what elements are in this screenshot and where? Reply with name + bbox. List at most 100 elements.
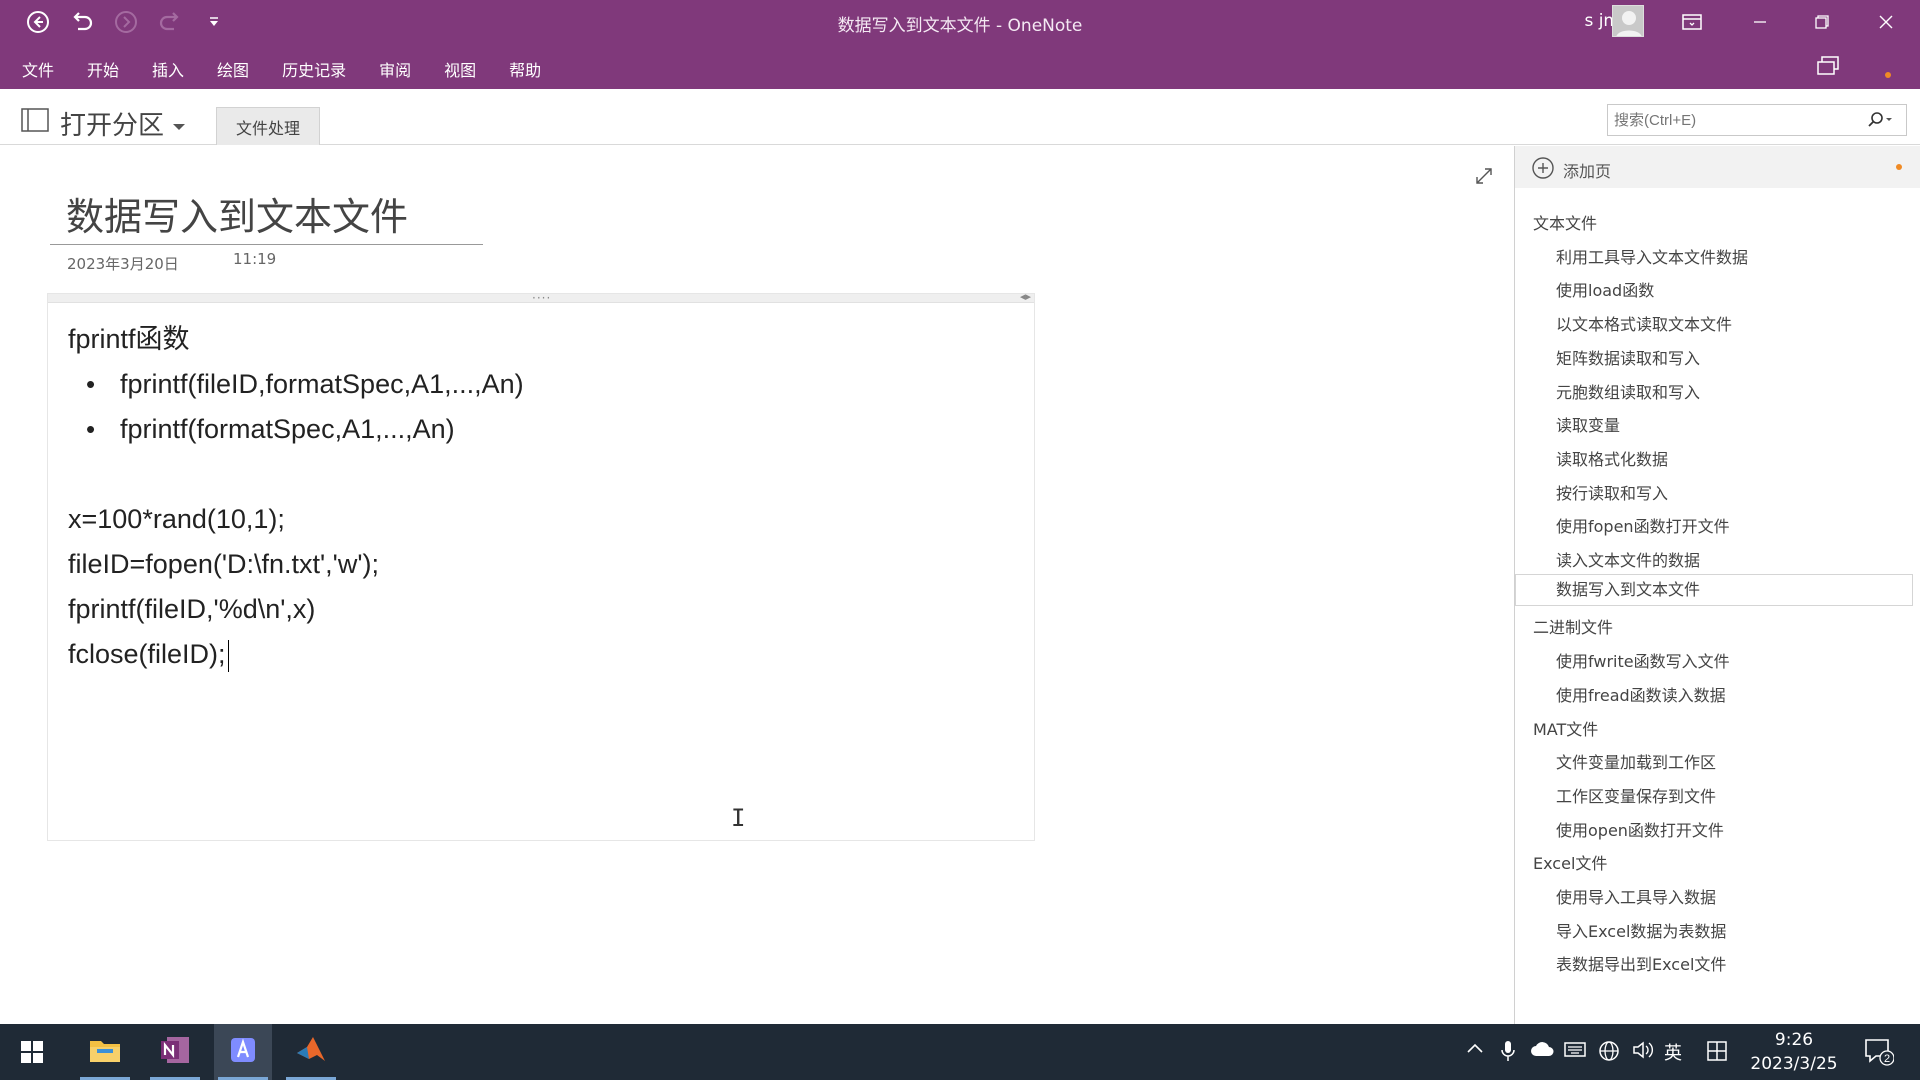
page-group-item[interactable]: MAT文件 [1533, 716, 1598, 740]
bullet-list: fprintf(fileID,formatSpec,A1,...,An) fpr… [80, 362, 524, 452]
page-list-item[interactable]: 使用load函数 [1556, 277, 1654, 301]
code-line[interactable]: x=100*rand(10,1); [68, 497, 524, 542]
note-drag-handle[interactable]: ···· ◂▸ [48, 290, 1034, 305]
network-globe-icon[interactable] [1598, 1040, 1620, 1067]
code-line[interactable]: fileID=fopen('D:\fn.txt','w'); [68, 542, 524, 587]
ime-mode-icon[interactable] [1706, 1040, 1728, 1067]
taskbar-onenote[interactable] [146, 1024, 204, 1080]
page-list-item[interactable]: 读入文本文件的数据 [1556, 547, 1700, 571]
chevron-down-icon [172, 109, 186, 139]
search-box[interactable] [1607, 104, 1907, 136]
ibeam-cursor-icon: I [731, 804, 746, 832]
code-line[interactable]: fprintf(fileID,'%d\n',x) [68, 587, 524, 632]
expand-icon[interactable] [1474, 166, 1494, 190]
page-list-item[interactable]: 按行读取和写入 [1556, 480, 1668, 504]
page-list-item[interactable]: 读取格式化数据 [1556, 446, 1668, 470]
notebook-label: 打开分区 [60, 111, 165, 141]
search-input[interactable] [1608, 105, 1858, 135]
list-item[interactable]: fprintf(fileID,formatSpec,A1,...,An) [80, 362, 524, 407]
status-dot-icon [1884, 64, 1892, 83]
menu-help[interactable]: 帮助 [509, 57, 541, 81]
note-content[interactable]: fprintf函数 fprintf(fileID,formatSpec,A1,.… [68, 317, 524, 677]
clock-time: 9:26 [1774, 1030, 1814, 1050]
page-list-item[interactable]: 使用fwrite函数写入文件 [1556, 648, 1730, 672]
page-list-item[interactable]: 数据写入到文本文件 [1515, 573, 1913, 606]
page-list-item[interactable]: 文件变量加载到工作区 [1556, 749, 1716, 773]
note-container[interactable]: ···· ◂▸ fprintf函数 fprintf(fileID,formatS… [47, 290, 1035, 841]
notifications-icon[interactable] [1816, 55, 1840, 81]
onenote-icon [159, 1035, 191, 1069]
minimize-icon[interactable] [1740, 6, 1780, 38]
taskbar-file-explorer[interactable] [76, 1024, 134, 1080]
chevron-up-icon[interactable] [1466, 1040, 1484, 1061]
page-list-item[interactable]: 利用工具导入文本文件数据 [1556, 244, 1748, 268]
keyboard-icon[interactable] [1564, 1040, 1586, 1063]
text-caret [227, 639, 229, 672]
notebook-icon [20, 106, 52, 141]
menu-view[interactable]: 视图 [444, 57, 476, 81]
close-icon[interactable] [1866, 6, 1906, 38]
page-date: 2023年3月20日 [67, 255, 179, 273]
notebook-selector[interactable]: 打开分区 [20, 105, 186, 142]
title-bar: 数据写入到文本文件 - OneNote s jm [0, 0, 1920, 45]
page-list-item[interactable]: 以文本格式读取文本文件 [1556, 311, 1732, 335]
note-heading[interactable]: fprintf函数 [68, 317, 524, 362]
search-icon[interactable] [1866, 111, 1892, 133]
code-line-last[interactable]: fclose(fileID); [68, 632, 524, 677]
page-list-item[interactable]: 使用fread函数读入数据 [1556, 682, 1726, 706]
page-title[interactable]: 数据写入到文本文件 [66, 186, 408, 241]
tab-section[interactable]: 文件处理 [216, 107, 320, 145]
code-line[interactable]: fclose(fileID); [68, 639, 226, 669]
ime-indicator[interactable]: 英 [1664, 1039, 1682, 1065]
ribbon-display-icon[interactable] [1672, 6, 1712, 38]
menu-file[interactable]: 文件 [22, 57, 54, 81]
ribbon-tabs: 文件 开始 插入 绘图 历史记录 审阅 视图 帮助 [0, 45, 1920, 89]
taskbar-clock[interactable]: 9:26 2023/3/25 [1744, 1028, 1844, 1076]
page-time: 11:19 [233, 250, 277, 268]
menu-home[interactable]: 开始 [87, 57, 119, 81]
add-page-label: 添加页 [1563, 162, 1612, 181]
taskbar-store[interactable] [214, 1024, 272, 1080]
section-bar: 打开分区 文件处理 [0, 89, 1920, 145]
drag-dots-icon: ···· [532, 291, 552, 305]
taskbar: 英 9:26 2023/3/25 2 [0, 1024, 1920, 1080]
notification-count: 2 [1884, 1053, 1890, 1065]
restore-icon[interactable] [1802, 6, 1842, 38]
resize-arrows-icon[interactable]: ◂▸ [1020, 290, 1031, 303]
menu-history[interactable]: 历史记录 [282, 57, 346, 81]
folder-icon [89, 1037, 121, 1067]
add-circle-icon [1531, 156, 1555, 184]
page-list: 添加页 文本文件利用工具导入文本文件数据 使用load函数以文本格式读取文本文件矩… [1514, 146, 1920, 1024]
volume-icon[interactable] [1632, 1040, 1654, 1065]
page-list-item[interactable]: 元胞数组读取和写入 [1556, 379, 1700, 403]
page-group-item[interactable]: Excel文件 [1533, 850, 1607, 874]
menu-draw[interactable]: 绘图 [217, 57, 249, 81]
page-canvas[interactable]: 数据写入到文本文件 2023年3月20日 11:19 ···· ◂▸ fprin… [0, 146, 1514, 1024]
page-list-item[interactable]: 使用fopen函数打开文件 [1556, 513, 1730, 537]
page-list-item[interactable]: 矩阵数据读取和写入 [1556, 345, 1700, 369]
page-list-item[interactable]: 表数据导出到Excel文件 [1556, 951, 1726, 975]
page-group-item[interactable]: 二进制文件 [1533, 614, 1613, 638]
add-page-button[interactable]: 添加页 [1531, 156, 1611, 184]
page-list-item[interactable]: 导入Excel数据为表数据 [1556, 918, 1726, 942]
avatar[interactable] [1612, 5, 1644, 37]
page-list-item[interactable]: 使用open函数打开文件 [1556, 817, 1724, 841]
matlab-icon [295, 1035, 327, 1069]
windows-start-icon[interactable] [20, 1040, 44, 1068]
store-icon [228, 1035, 258, 1069]
menu-review[interactable]: 审阅 [379, 57, 411, 81]
taskbar-matlab[interactable] [282, 1024, 340, 1080]
microphone-icon[interactable] [1500, 1040, 1516, 1067]
clock-date: 2023/3/25 [1750, 1054, 1838, 1074]
menu-insert[interactable]: 插入 [152, 57, 184, 81]
action-center-icon[interactable]: 2 [1864, 1038, 1895, 1071]
page-list-item[interactable]: 读取变量 [1556, 412, 1620, 436]
sync-dot-icon [1896, 164, 1902, 170]
title-divider [50, 244, 483, 245]
page-group-item[interactable]: 文本文件 [1533, 210, 1597, 234]
cloud-icon[interactable] [1530, 1040, 1554, 1063]
list-item[interactable]: fprintf(formatSpec,A1,...,An) [80, 407, 524, 452]
page-list-item[interactable]: 工作区变量保存到文件 [1556, 783, 1716, 807]
page-list-item[interactable]: 使用导入工具导入数据 [1556, 884, 1716, 908]
